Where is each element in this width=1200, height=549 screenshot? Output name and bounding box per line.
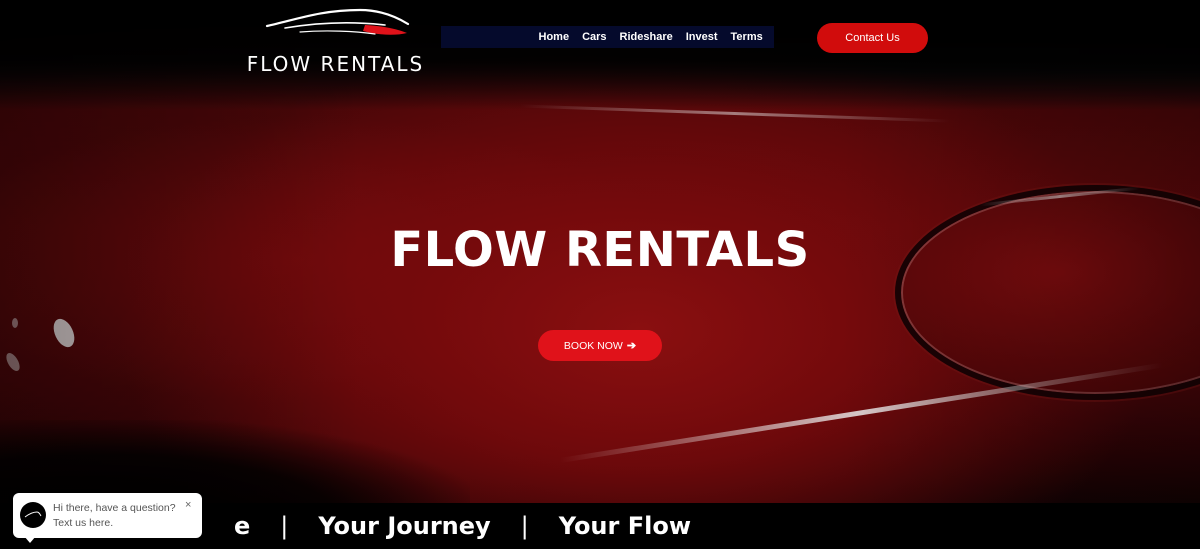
nav-invest[interactable]: Invest [686, 31, 718, 43]
book-now-label: BOOK NOW [563, 339, 623, 352]
chat-avatar [20, 502, 46, 528]
hero-title: FLOW RENTALS [390, 222, 810, 278]
close-icon[interactable]: × [185, 499, 191, 511]
marquee-item: Your Journey [318, 512, 491, 540]
nav-terms[interactable]: Terms [731, 31, 763, 43]
main-nav: Home Cars Rideshare Invest Terms [532, 26, 769, 48]
chat-line: Text us here. [53, 517, 114, 529]
chat-widget[interactable]: Hi there, have a question? Text us here.… [13, 493, 202, 538]
marquee-separator: | [280, 512, 289, 540]
contact-us-button[interactable]: Contact Us [817, 23, 928, 53]
arrow-right-icon: ➔ [626, 340, 637, 352]
nav-rideshare[interactable]: Rideshare [620, 31, 673, 43]
marquee-separator: | [520, 512, 529, 540]
book-now-button[interactable]: BOOK NOW ➔ [538, 330, 662, 361]
marquee-item: e [234, 512, 251, 540]
nav-home[interactable]: Home [539, 31, 570, 43]
chat-line: Hi there, have a question? [53, 502, 176, 514]
chat-tail [24, 536, 36, 543]
car-logo-icon [24, 511, 42, 518]
site-logo[interactable]: FLOW RENTALS [243, 6, 428, 76]
marquee-item: Your Flow [558, 512, 691, 540]
header-fade [0, 0, 1200, 110]
chat-message: Hi there, have a question? Text us here. [53, 501, 176, 531]
car-logo-icon [265, 8, 410, 35]
nav-cars[interactable]: Cars [582, 31, 606, 43]
logo-text: FLOW RENTALS [246, 52, 425, 76]
